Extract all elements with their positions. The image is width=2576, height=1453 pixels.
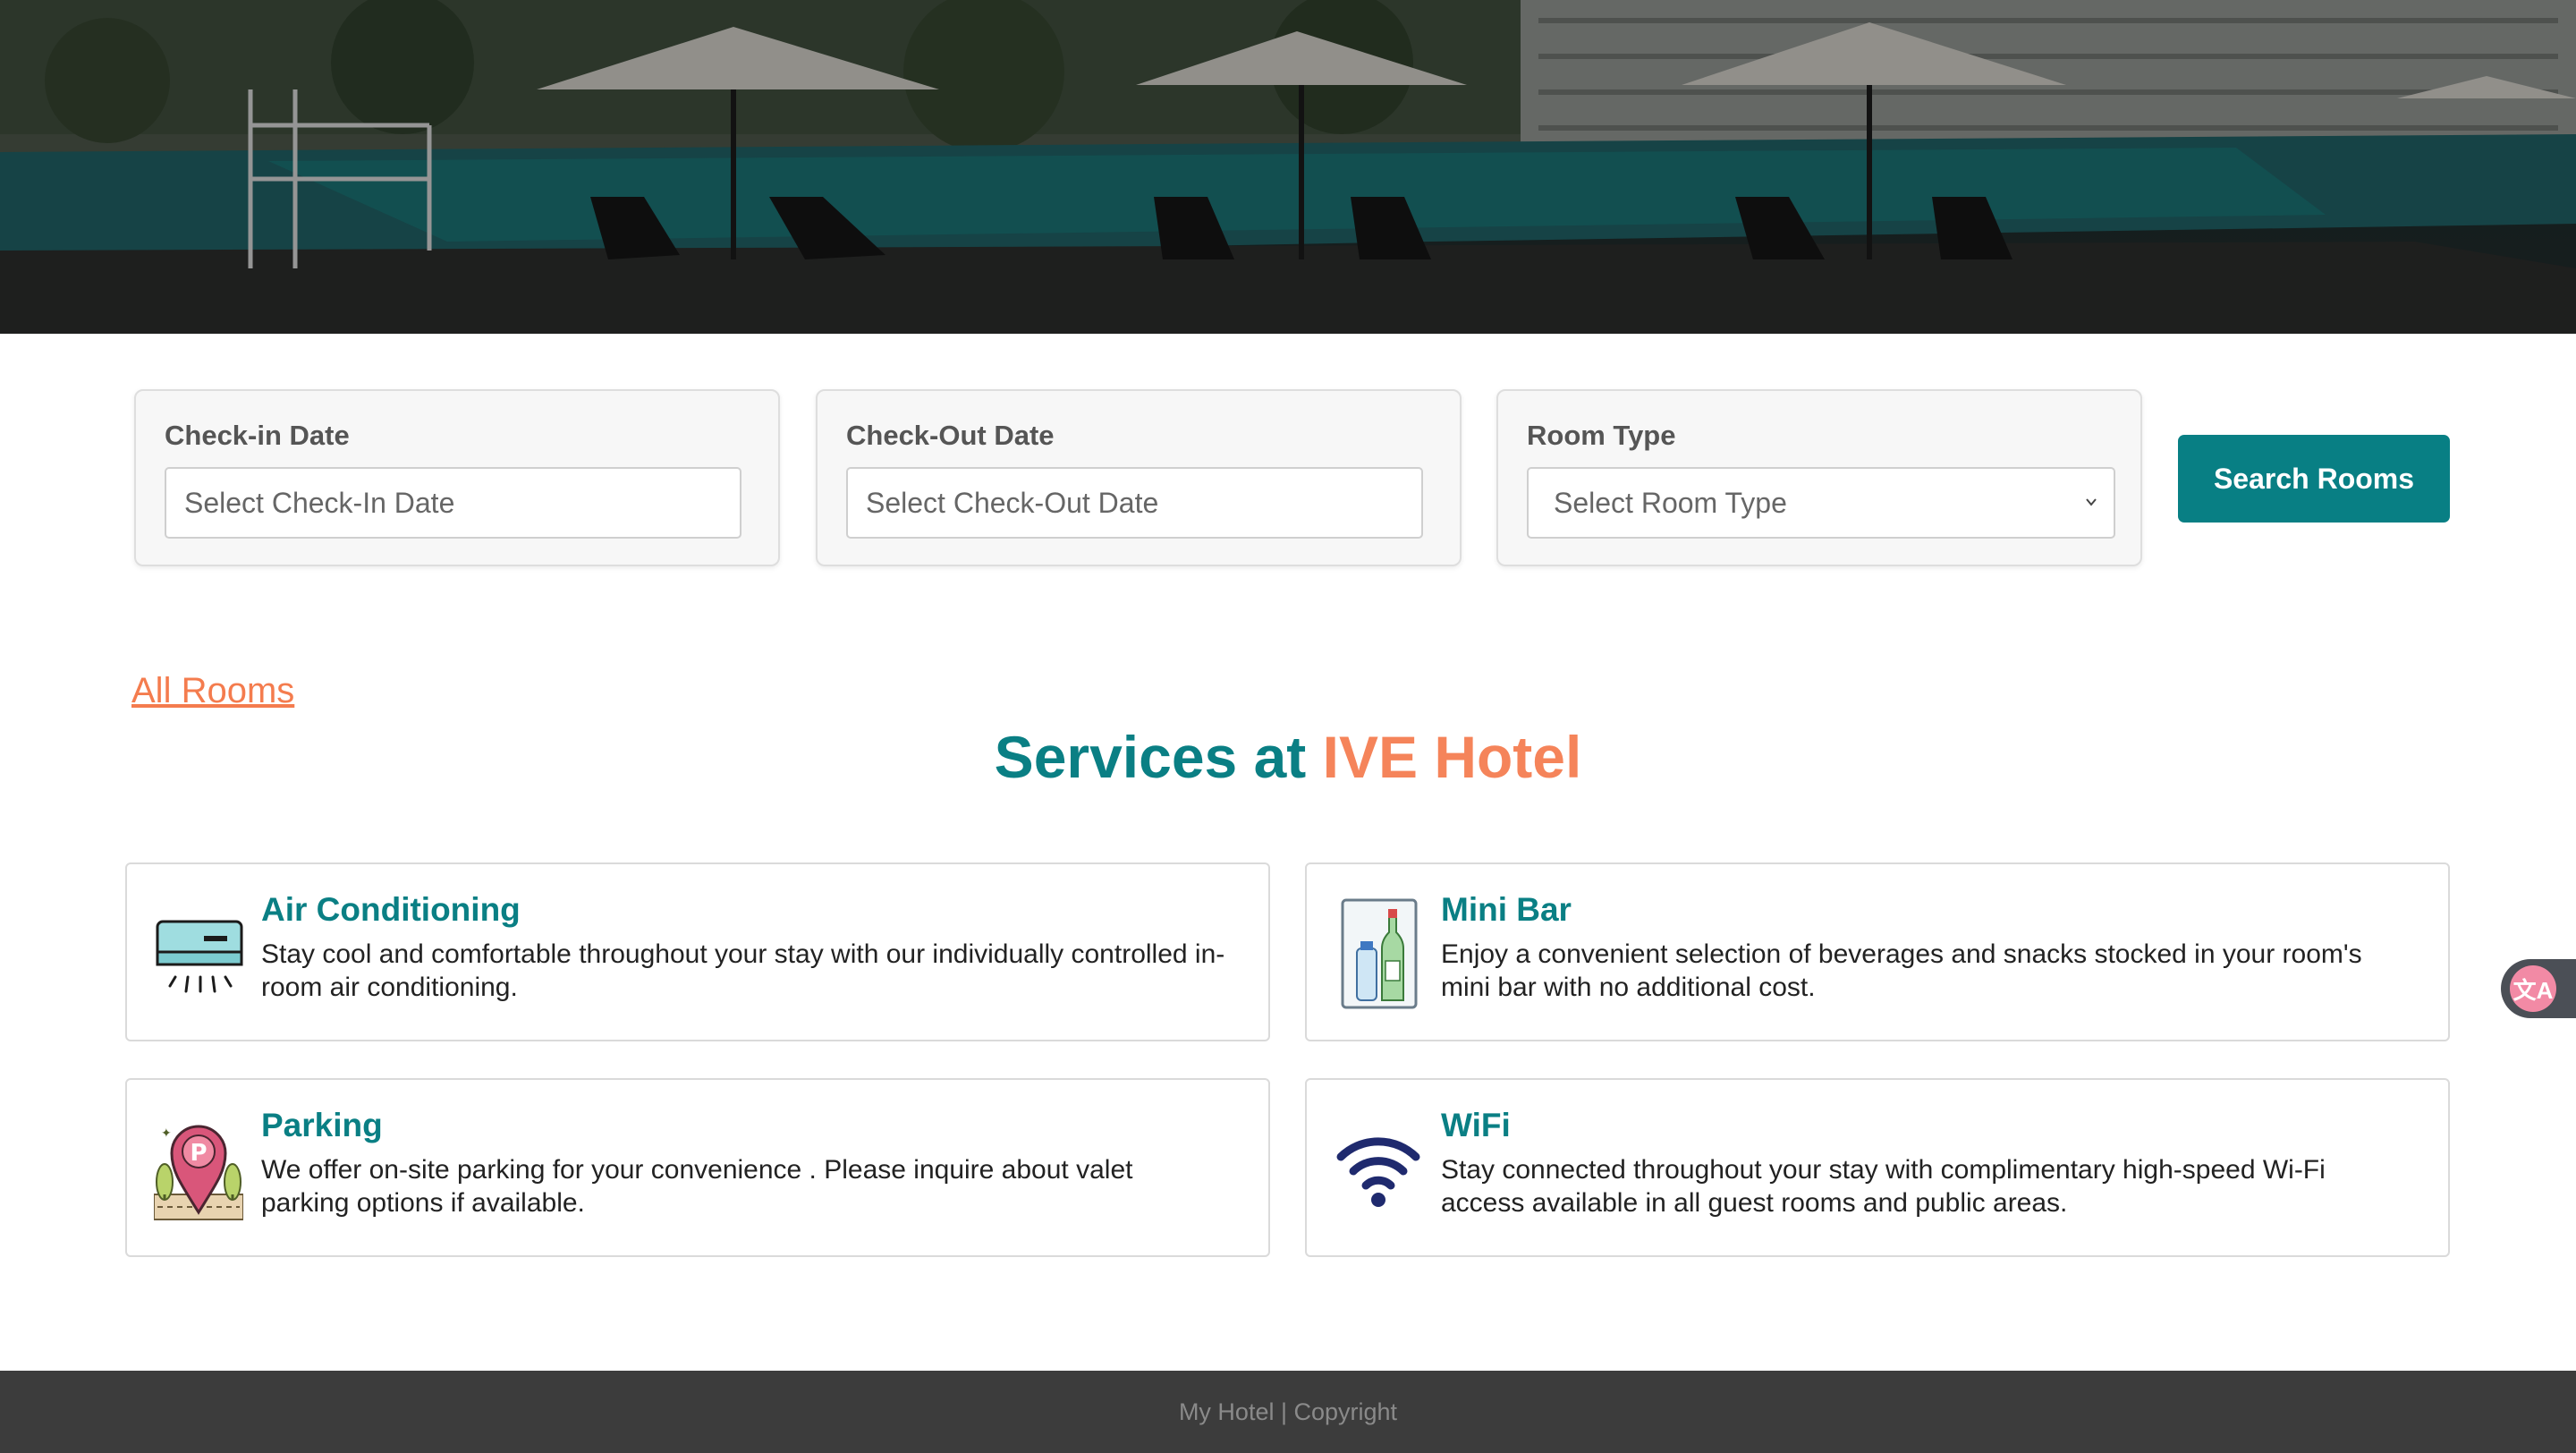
all-rooms-link[interactable]: All Rooms <box>131 671 294 711</box>
checkin-date-input[interactable]: Select Check-In Date <box>165 467 741 539</box>
parking-icon: P ✦ <box>154 1125 243 1220</box>
service-title: Parking <box>261 1107 383 1143</box>
checkout-field-card: Check-Out Date Select Check-Out Date <box>816 389 1462 566</box>
service-title: Air Conditioning <box>261 891 521 928</box>
service-card-air-conditioning: Air Conditioning Stay cool and comfortab… <box>125 862 1270 1041</box>
wifi-icon <box>1336 1137 1420 1207</box>
hero-banner-image <box>0 0 2576 334</box>
service-card-wifi: WiFi Stay connected throughout your stay… <box>1305 1078 2450 1257</box>
service-title: WiFi <box>1441 1107 1511 1143</box>
checkout-date-input[interactable]: Select Check-Out Date <box>846 467 1423 539</box>
air-conditioner-icon <box>156 920 243 993</box>
service-card-mini-bar: Mini Bar Enjoy a convenient selection of… <box>1305 862 2450 1041</box>
translate-icon: 文A <box>2510 965 2556 1012</box>
service-description: Enjoy a convenient selection of beverage… <box>1441 939 2362 1002</box>
svg-text:P: P <box>190 1140 207 1167</box>
service-description: We offer on-site parking for your conven… <box>261 1155 1133 1218</box>
footer: My Hotel | Copyright <box>0 1371 2576 1453</box>
checkin-placeholder: Select Check-In Date <box>184 486 455 519</box>
room-type-label: Room Type <box>1527 420 1676 451</box>
service-title: Mini Bar <box>1441 891 1572 928</box>
services-title: Services at IVE Hotel <box>0 723 2576 791</box>
checkin-label: Check-in Date <box>165 420 350 451</box>
translate-button[interactable]: 文A <box>2501 959 2576 1018</box>
svg-text:✦: ✦ <box>161 1126 172 1141</box>
room-type-select[interactable]: Select Room Type <box>1527 467 2115 539</box>
services-title-brand: IVE Hotel <box>1322 724 1582 790</box>
room-type-field-card: Room Type Select Room Type <box>1496 389 2142 566</box>
services-title-prefix: Services at <box>994 724 1323 790</box>
service-description: Stay connected throughout your stay with… <box>1441 1155 2326 1218</box>
footer-copyright: My Hotel | Copyright <box>1178 1398 1398 1425</box>
checkin-field-card: Check-in Date Select Check-In Date <box>134 389 780 566</box>
checkout-placeholder: Select Check-Out Date <box>866 486 1159 519</box>
room-type-selected: Select Room Type <box>1554 486 1787 519</box>
service-card-parking: P ✦ Parking We offer on-site parking for… <box>125 1078 1270 1257</box>
service-description: Stay cool and comfortable throughout you… <box>261 939 1225 1002</box>
search-rooms-button[interactable]: Search Rooms <box>2178 435 2450 523</box>
chevron-down-icon <box>2086 498 2097 506</box>
mini-bar-icon <box>1341 898 1418 1009</box>
checkout-label: Check-Out Date <box>846 420 1055 451</box>
